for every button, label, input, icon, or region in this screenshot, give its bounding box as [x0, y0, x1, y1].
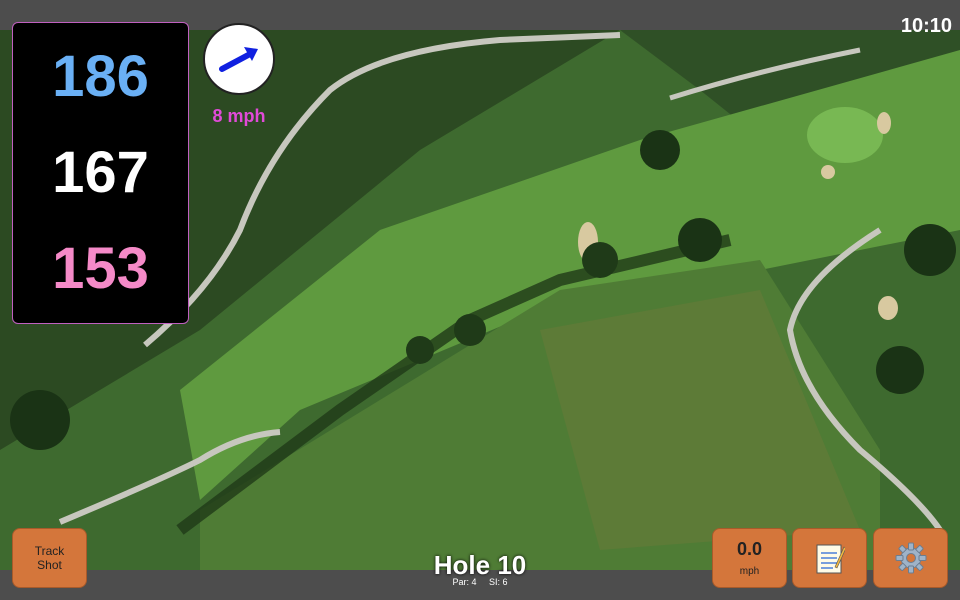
speed-value: 0.0	[736, 539, 763, 559]
notepad-icon	[816, 544, 845, 574]
back-distance: 153	[52, 236, 149, 301]
speed-unit: mph	[739, 566, 760, 577]
settings-button[interactable]	[873, 528, 948, 588]
wind-direction-indicator	[203, 23, 275, 95]
hole-meta: Par: 4 SI: 6	[380, 577, 580, 587]
distance-panel: 186 167 153	[12, 22, 189, 324]
hole-stroke-index: SI: 6	[489, 577, 508, 587]
track-shot-button[interactable]: Track Shot	[12, 528, 87, 588]
track-shot-label-line1: Track	[34, 543, 65, 558]
wind-speed: 8 mph	[212, 106, 266, 126]
middle-distance: 167	[52, 140, 149, 205]
arrow-icon	[219, 47, 258, 72]
front-distance: 186	[52, 44, 149, 109]
scorecard-notes-button[interactable]	[792, 528, 867, 588]
speed-button[interactable]: 0.0 mph	[712, 528, 787, 588]
hole-par: Par: 4	[452, 577, 477, 587]
track-shot-label-line2: Shot	[37, 558, 62, 572]
gear-icon	[895, 542, 926, 574]
clock-time: 10:10	[900, 15, 952, 37]
